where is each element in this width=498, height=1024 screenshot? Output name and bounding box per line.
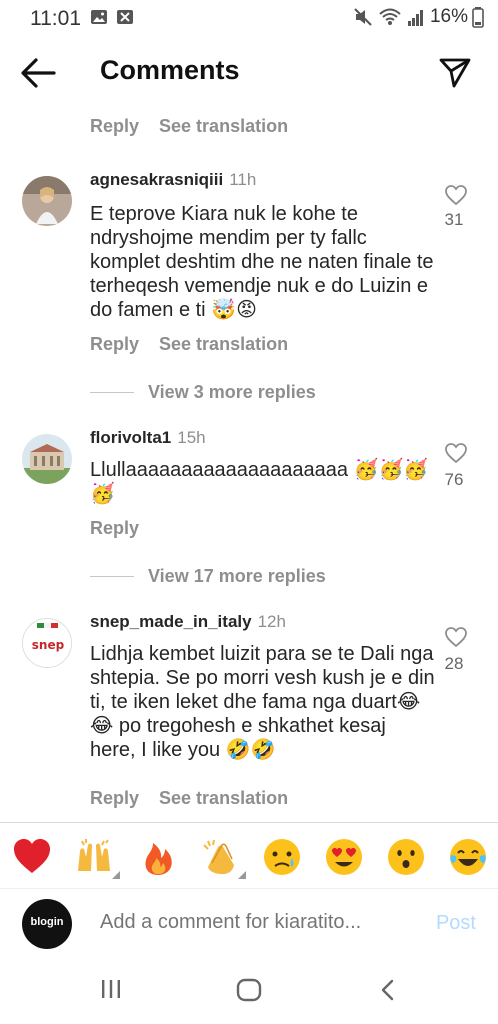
- share-button[interactable]: [438, 56, 472, 90]
- avatar[interactable]: [22, 176, 72, 226]
- like-button[interactable]: [444, 442, 468, 469]
- home-button[interactable]: [236, 978, 262, 1007]
- recent-apps-icon: [102, 980, 120, 998]
- clapping-hands-emoji-button[interactable]: [200, 837, 246, 879]
- back-button[interactable]: [18, 56, 58, 90]
- heart-icon: [445, 185, 467, 206]
- like-count: 76: [444, 470, 464, 489]
- comment-text: Lidhja kembet luizit para se te Dali nga…: [90, 643, 435, 761]
- red-heart-icon: [14, 839, 50, 873]
- comment-username[interactable]: agnesakrasniqiii: [90, 170, 223, 189]
- post-button[interactable]: Post: [436, 912, 476, 935]
- blocked-notification-icon: [117, 10, 133, 24]
- arrow-left-icon: [21, 58, 56, 88]
- heart-emoji-button[interactable]: [12, 837, 52, 877]
- raising-hands-icon: [78, 839, 110, 871]
- reply-button[interactable]: Reply: [90, 334, 139, 355]
- status-right: 16%: [352, 6, 484, 28]
- fire-emoji-button[interactable]: [138, 837, 178, 877]
- wifi-icon: [379, 8, 401, 25]
- tears-of-joy-face-icon: [450, 839, 486, 875]
- home-icon: [236, 978, 262, 1002]
- see-translation-button[interactable]: See translation: [159, 788, 288, 809]
- view-more-replies[interactable]: View 17 more replies: [90, 566, 326, 587]
- comment-actions: Reply: [90, 518, 139, 539]
- comment-actions: Reply See translation: [90, 334, 288, 355]
- divider-line: [90, 392, 134, 393]
- comment-time: 11h: [229, 170, 257, 189]
- status-time: 11:01: [30, 7, 81, 30]
- reply-button[interactable]: Reply: [90, 788, 139, 809]
- comment-time: 15h: [177, 428, 206, 447]
- system-navigation-bar: [0, 962, 498, 1024]
- avatar[interactable]: snep: [22, 618, 72, 668]
- comment-text: E teprove Kiara nuk le kohe te ndryshojm…: [90, 203, 434, 321]
- fire-icon: [145, 843, 172, 875]
- status-bar: 11:01 16%: [0, 0, 498, 36]
- like-button[interactable]: [444, 626, 468, 653]
- svg-text:snep: snep: [32, 638, 65, 652]
- like-count: 28: [444, 654, 464, 673]
- more-variants-indicator: [238, 871, 246, 879]
- battery-percentage: 16%: [429, 6, 468, 27]
- crying-face-icon: [264, 839, 300, 875]
- mute-icon: [354, 8, 372, 26]
- divider-line: [90, 576, 134, 577]
- like-count: 31: [444, 210, 464, 229]
- reply-button[interactable]: Reply: [90, 116, 139, 137]
- avatar-logo-text: blogin: [30, 916, 64, 928]
- see-translation-button[interactable]: See translation: [159, 334, 288, 355]
- add-comment-bar: blogin Post: [0, 888, 498, 958]
- heart-icon: [445, 443, 467, 464]
- comment-header: florivolta1 15h: [90, 428, 206, 448]
- crying-face-emoji-button[interactable]: [262, 837, 302, 877]
- view-replies-label: View 3 more replies: [148, 382, 316, 402]
- header: Comments: [0, 44, 498, 102]
- chevron-left-icon: [381, 979, 394, 1001]
- view-replies-label: View 17 more replies: [148, 566, 326, 586]
- comment-username[interactable]: snep_made_in_italy: [90, 612, 252, 631]
- system-back-button[interactable]: [378, 978, 398, 1007]
- emoji-quick-reactions: [0, 822, 498, 888]
- gallery-notification-icon: [91, 10, 107, 24]
- comment-time: 12h: [257, 612, 286, 631]
- reply-button[interactable]: Reply: [90, 518, 139, 539]
- comment-username[interactable]: florivolta1: [90, 428, 171, 447]
- more-variants-indicator: [112, 871, 120, 879]
- heart-eyes-face-icon: [326, 839, 362, 875]
- surprised-face-icon: [388, 839, 424, 875]
- comment-header: agnesakrasniqiii 11h: [90, 170, 256, 190]
- heart-icon: [445, 627, 467, 648]
- comment-actions: Reply See translation: [90, 788, 288, 809]
- current-user-avatar: blogin: [22, 899, 72, 949]
- like-button[interactable]: [444, 184, 468, 211]
- recent-apps-button[interactable]: [100, 978, 122, 1005]
- signal-icon: [407, 10, 423, 26]
- surprised-face-emoji-button[interactable]: [386, 837, 426, 877]
- view-more-replies[interactable]: View 3 more replies: [90, 382, 316, 403]
- page-title: Comments: [100, 55, 240, 85]
- heart-eyes-emoji-button[interactable]: [324, 837, 364, 877]
- paper-plane-icon: [439, 58, 471, 88]
- battery-icon: [472, 7, 484, 28]
- clapping-hands-icon: [203, 839, 234, 875]
- see-translation-button[interactable]: See translation: [159, 116, 288, 137]
- raising-hands-emoji-button[interactable]: [74, 837, 120, 879]
- avatar[interactable]: [22, 434, 72, 484]
- tears-of-joy-emoji-button[interactable]: [448, 837, 488, 877]
- status-notification-icons: [90, 8, 134, 26]
- comment-text: Llullaaaaaaaaaaaaaaaaaaaa 🥳🥳🥳🥳: [90, 459, 429, 505]
- comment-header: snep_made_in_italy 12h: [90, 612, 286, 632]
- comment-input[interactable]: [100, 911, 400, 934]
- previous-comment-actions: Reply See translation: [90, 116, 288, 137]
